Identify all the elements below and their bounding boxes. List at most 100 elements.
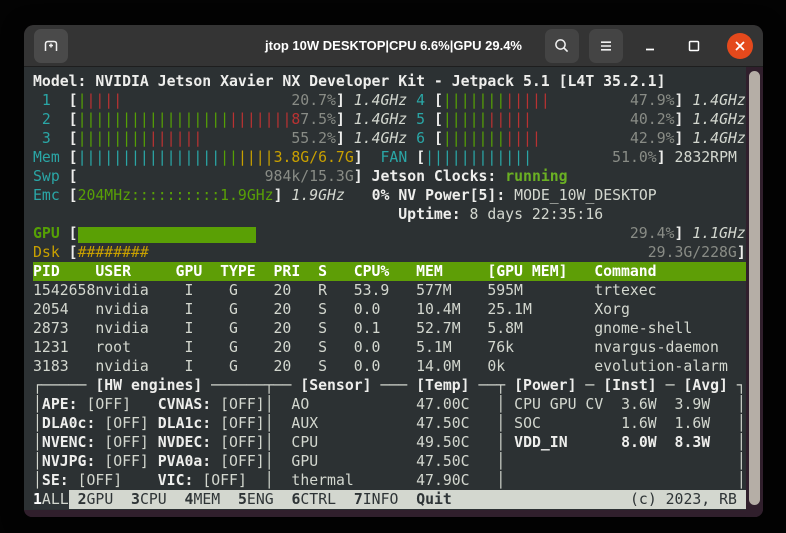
terminal-output[interactable]: Model: NVIDIA Jetson Xavier NX Developer… xyxy=(24,67,746,510)
text-segment: ┬ xyxy=(496,377,505,394)
gpu-line: GPU [ 29.4%] 1.1GHz xyxy=(33,224,746,243)
disk-line: Dsk [######## 29.3G/228G] xyxy=(33,243,746,262)
menu-tab-eng[interactable]: ENG xyxy=(247,491,292,508)
power-title: [Power] xyxy=(514,377,576,394)
cvnas-status: [OFF] xyxy=(220,396,265,413)
menu-button[interactable] xyxy=(589,29,623,63)
menu-bar-row[interactable]: 1ALL 2GPU 3CPU 4MEM 5ENG 6CTRL 7INFO Qui… xyxy=(33,490,746,509)
text-segment: 8 xyxy=(291,111,300,128)
dla1c-status: [OFF] xyxy=(220,415,265,432)
uptime-label: Uptime: xyxy=(398,206,460,223)
menu-tab-ctrl[interactable]: CTRL xyxy=(300,491,353,508)
power-soc-avg: 1.6W xyxy=(675,415,711,432)
cpu2-usage: 7.5% xyxy=(300,111,336,128)
pva0a-label: PVA0a: xyxy=(158,453,211,470)
text-segment xyxy=(389,187,398,204)
menu-tab-info[interactable]: INFO xyxy=(363,491,416,508)
text-segment: [ xyxy=(69,244,78,261)
jetson-clocks-label: Jetson Clocks: xyxy=(372,168,497,185)
menu-tab-mem[interactable]: MEM xyxy=(193,491,238,508)
text-segment xyxy=(95,434,104,451)
cpu5-bar-user: ||||| xyxy=(443,111,488,128)
text-segment xyxy=(505,187,514,204)
menu-tab-eng[interactable]: 5 xyxy=(238,491,247,508)
panel-row-2: │DLA0c: [OFF] DLA1c: [OFF]│ AUX 47.50C │… xyxy=(33,414,746,433)
cpu3-label: 3 xyxy=(33,130,69,147)
emc-range: 204MHz::::::::::1.9GHz xyxy=(78,187,274,204)
new-tab-icon xyxy=(42,37,60,55)
menu-quit[interactable]: Quit xyxy=(416,491,452,508)
text-segment: │ xyxy=(496,396,505,413)
text-segment xyxy=(69,491,78,508)
text-segment: ── xyxy=(274,377,301,394)
text-segment xyxy=(211,415,220,432)
text-segment xyxy=(603,206,746,223)
cpu3-cpu6-line: 3 [|||||||||||||| 55.2%] 1.4GHz 6 [|||||… xyxy=(33,129,746,148)
cpu3-usage: 55.2% xyxy=(291,130,336,147)
maximize-button[interactable] xyxy=(677,29,711,63)
emc-nvpower-line: Emc [204MHz::::::::::1.9GHz] 1.9GHz 0% N… xyxy=(33,186,746,205)
process-table-header-text: PID USER GPU TYPE PRI S CPU% MEM [GPU ME… xyxy=(33,263,746,280)
minimize-button[interactable] xyxy=(633,29,667,63)
inst-title: [Inst] xyxy=(603,377,656,394)
text-segment xyxy=(541,415,621,432)
text-segment: ] xyxy=(675,111,693,128)
panel-row-1: │APE: [OFF] CVNAS: [OFF]│ AO 47.00C │ CP… xyxy=(33,395,746,414)
text-segment: ─ xyxy=(657,377,684,394)
text-segment: │ xyxy=(496,472,505,489)
scrollbar-thumb[interactable] xyxy=(749,71,760,505)
cpu6-freq: 1.4GHz xyxy=(692,130,745,147)
menu-tab-gpu[interactable]: GPU xyxy=(87,491,132,508)
model-text: Model: NVIDIA Jetson Xavier NX Developer… xyxy=(33,73,666,90)
power-cpu-gpu-cv-avg: 3.9W xyxy=(675,396,711,413)
close-button[interactable] xyxy=(727,33,753,59)
text-segment: ─── xyxy=(372,377,417,394)
nv-power-label: NV Power[5]: xyxy=(398,187,505,204)
text-segment xyxy=(211,434,220,451)
text-segment: [ xyxy=(416,149,425,166)
text-segment: ] xyxy=(675,130,693,147)
mem-fan-line: Mem [||||||||||||||||||||||3.8G/6.7G] FA… xyxy=(33,148,746,167)
menu-tab-cpu[interactable]: CPU xyxy=(140,491,185,508)
cpu2-label: 2 xyxy=(33,111,69,128)
menu-tab-gpu[interactable]: 2 xyxy=(78,491,87,508)
sensor-aux: AUX 47.50C xyxy=(274,415,497,432)
uptime-value: 8 days 22:35:16 xyxy=(470,206,604,223)
text-segment xyxy=(737,491,746,508)
process-row-gnome-shell: 2873 nvidia I G 20 S 0.1 52.7M 5.8M gnom… xyxy=(33,319,746,338)
text-segment: │ xyxy=(265,415,274,432)
text-segment: ] xyxy=(354,149,363,166)
nvenc-status: [OFF] xyxy=(104,434,149,451)
power-soc-inst: 1.6W xyxy=(621,415,657,432)
cpu6-bar-sys: |||| xyxy=(505,130,541,147)
new-tab-button[interactable] xyxy=(34,29,68,63)
process-row-text: 2054 nvidia I G 20 S 0.0 10.4M 25.1M Xor… xyxy=(33,301,746,318)
text-segment xyxy=(211,453,220,470)
text-segment: │ xyxy=(496,415,505,432)
menu-tab-all[interactable]: ALL xyxy=(42,490,69,509)
cpu1-cpu4-line: 1 [||||| 20.7%] 1.4GHz 4 [|||||||||||| 4… xyxy=(33,91,746,110)
minimize-icon xyxy=(641,37,659,55)
menu-tab-info[interactable]: 7 xyxy=(354,491,363,508)
mem-bar: |||||||||||||||| xyxy=(78,149,221,166)
text-segment: ] xyxy=(336,92,354,109)
search-icon xyxy=(553,37,571,55)
text-segment xyxy=(202,130,291,147)
process-row-evolution-alarm: 3183 nvidia I G 20 S 0.0 14.0M 0k evolut… xyxy=(33,357,746,376)
cpu3-bar-user: |||||||| xyxy=(78,130,149,147)
text-segment xyxy=(95,453,104,470)
text-segment: │ xyxy=(33,472,42,489)
text-segment xyxy=(131,396,158,413)
text-segment xyxy=(657,415,675,432)
menu-tab-all[interactable]: 1 xyxy=(33,490,42,509)
gpu-label: GPU xyxy=(33,225,69,242)
text-segment xyxy=(149,415,158,432)
search-button[interactable] xyxy=(545,29,579,63)
scrollbar[interactable] xyxy=(746,67,763,517)
text-segment: │ xyxy=(265,396,274,413)
text-segment xyxy=(78,168,265,185)
text-segment: │ xyxy=(710,434,746,451)
cpu6-label: 6 xyxy=(407,130,434,147)
cpu4-label: 4 xyxy=(407,92,434,109)
menu-tab-cpu[interactable]: 3 xyxy=(131,491,140,508)
